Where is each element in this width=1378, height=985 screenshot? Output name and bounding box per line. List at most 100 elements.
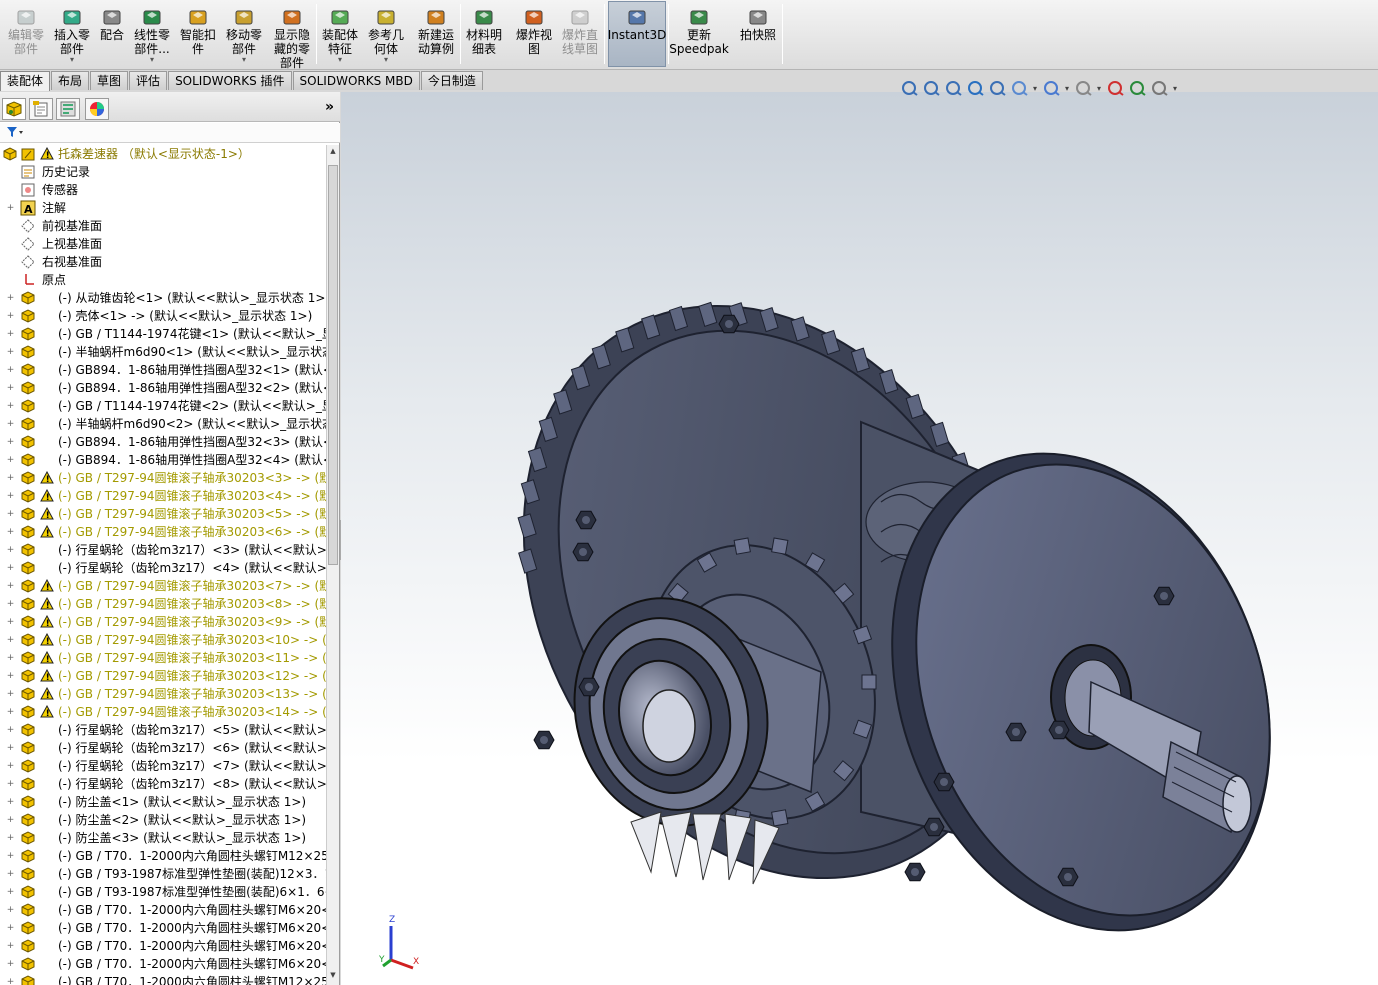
tab-6[interactable]: 今日制造 <box>420 71 483 90</box>
linear-pattern-button[interactable]: 线性零 部件... ▾ <box>130 2 174 66</box>
component-row[interactable]: +! (-) GB / T297-94圆锥滚子轴承30203<7> -> (默认 <box>0 577 326 595</box>
component-row[interactable]: +! (-) GB / T297-94圆锥滚子轴承30203<10> -> (默 <box>0 631 326 649</box>
expand-toggle[interactable]: + <box>6 294 15 303</box>
filter-icon[interactable] <box>6 125 24 142</box>
component-row[interactable]: + (-) 从动锥齿轮<1> (默认<<默认>_显示状态 1>) <box>0 289 326 307</box>
expand-toggle[interactable]: + <box>6 402 15 411</box>
component-row[interactable]: + (-) 半轴蜗杆m6d90<2> (默认<<默认>_显示状态 1> <box>0 415 326 433</box>
component-row[interactable]: + (-) GB / T1144-1974花键<2> (默认<<默认>_显示状 <box>0 397 326 415</box>
take-snapshot-button[interactable]: 拍快照 <box>736 2 780 66</box>
reference-geometry-dropdown-caret[interactable]: ▾ <box>384 56 388 64</box>
tree-item-4[interactable]: 上视基准面 <box>0 235 326 253</box>
expand-toggle[interactable]: + <box>6 744 15 753</box>
component-row[interactable]: + (-) 行星蜗轮（齿轮m3z17）<6> (默认<<默认>_显示 <box>0 739 326 757</box>
component-row[interactable]: + (-) 行星蜗轮（齿轮m3z17）<4> (默认<<默认>_显示 <box>0 559 326 577</box>
component-row[interactable]: + (-) GB / T70．1-2000内六角圆柱头螺钉M12×25<1 <box>0 847 326 865</box>
new-motion-study-button[interactable]: 新建运 动算例 <box>414 2 458 66</box>
tab-1[interactable]: 布局 <box>51 71 90 90</box>
expand-toggle[interactable]: + <box>6 600 15 609</box>
component-row[interactable]: + (-) GB / T1144-1974花键<1> (默认<<默认>_显示状 <box>0 325 326 343</box>
component-row[interactable]: + (-) 半轴蜗杆m6d90<1> (默认<<默认>_显示状态 1> <box>0 343 326 361</box>
component-row[interactable]: + (-) GB / T70．1-2000内六角圆柱头螺钉M6×20<2> <box>0 919 326 937</box>
expand-toggle[interactable]: + <box>6 906 15 915</box>
component-row[interactable]: +! (-) GB / T297-94圆锥滚子轴承30203<5> -> (默认 <box>0 505 326 523</box>
move-component-dropdown-caret[interactable]: ▾ <box>242 56 246 64</box>
expand-toggle[interactable]: + <box>6 366 15 375</box>
expand-toggle[interactable]: + <box>6 942 15 951</box>
expand-toggle[interactable]: + <box>6 708 15 717</box>
expand-toggle[interactable]: + <box>6 564 15 573</box>
expand-toggle[interactable]: + <box>6 438 15 447</box>
expand-toggle[interactable]: + <box>6 546 15 555</box>
component-row[interactable]: +! (-) GB / T297-94圆锥滚子轴承30203<8> -> (默认 <box>0 595 326 613</box>
component-row[interactable]: + (-) GB / T70．1-2000内六角圆柱头螺钉M6×20<1> <box>0 901 326 919</box>
component-row[interactable]: + (-) 行星蜗轮（齿轮m3z17）<8> (默认<<默认>_显示 <box>0 775 326 793</box>
expand-toggle[interactable]: + <box>6 834 15 843</box>
expand-toggle[interactable]: + <box>6 420 15 429</box>
differential-assembly-model[interactable] <box>341 92 1378 985</box>
expand-toggle[interactable]: + <box>6 798 15 807</box>
show-hidden-button[interactable]: 显示隐 藏的零 部件 <box>270 2 314 70</box>
expand-toggle[interactable]: + <box>6 582 15 591</box>
component-row[interactable]: +! (-) GB / T297-94圆锥滚子轴承30203<12> -> (默 <box>0 667 326 685</box>
component-row[interactable]: + (-) 行星蜗轮（齿轮m3z17）<7> (默认<<默认>_显示 <box>0 757 326 775</box>
tab-4[interactable]: SOLIDWORKS 插件 <box>168 71 292 90</box>
assembly-features-button[interactable]: 装配体 特征 ▾ <box>318 2 362 66</box>
pane-expand-chevron[interactable]: » <box>325 99 334 115</box>
expand-toggle[interactable]: + <box>6 474 15 483</box>
insert-part-button[interactable]: 插入零 部件 ▾ <box>50 2 94 66</box>
component-row[interactable]: + (-) GB / T70．1-2000内六角圆柱头螺钉M12×25<2 <box>0 973 326 985</box>
scroll-up-arrow[interactable]: ▲ <box>328 147 338 159</box>
display-manager-tab[interactable] <box>85 98 109 120</box>
component-row[interactable]: + (-) 防尘盖<1> (默认<<默认>_显示状态 1>) <box>0 793 326 811</box>
insert-part-dropdown-caret[interactable]: ▾ <box>70 56 74 64</box>
move-component-button[interactable]: 移动零 部件 ▾ <box>222 2 266 66</box>
update-speedpak-button[interactable]: 更新 Speedpak <box>669 2 729 66</box>
expand-toggle[interactable]: + <box>6 672 15 681</box>
configuration-manager-tab[interactable] <box>56 98 80 120</box>
component-row[interactable]: + (-) 壳体<1> -> (默认<<默认>_显示状态 1>) <box>0 307 326 325</box>
component-row[interactable]: +! (-) GB / T297-94圆锥滚子轴承30203<6> -> (默认 <box>0 523 326 541</box>
component-row[interactable]: +! (-) GB / T297-94圆锥滚子轴承30203<14> -> (默 <box>0 703 326 721</box>
bill-of-materials-button[interactable]: 材料明 细表 <box>462 2 506 66</box>
expand-toggle[interactable]: + <box>6 924 15 933</box>
tab-0[interactable]: 装配体 <box>0 71 51 91</box>
expand-toggle[interactable]: + <box>6 960 15 969</box>
tree-scrollbar[interactable]: ▲ ▼ <box>326 145 339 985</box>
component-row[interactable]: + (-) GB / T93-1987标准型弹性垫圈(装配)12×3．1<2 <box>0 865 326 883</box>
property-manager-tab[interactable] <box>29 98 53 120</box>
tab-5[interactable]: SOLIDWORKS MBD <box>292 71 420 90</box>
expand-toggle[interactable]: + <box>6 312 15 321</box>
feature-tree-tab[interactable] <box>2 98 26 120</box>
expand-toggle[interactable]: + <box>6 690 15 699</box>
expand-toggle[interactable]: + <box>6 762 15 771</box>
component-row[interactable]: + (-) GB894．1-86轴用弹性挡圈A型32<2> (默认<<默 <box>0 379 326 397</box>
expand-toggle[interactable]: + <box>6 348 15 357</box>
component-row[interactable]: + (-) GB / T70．1-2000内六角圆柱头螺钉M6×20<3> <box>0 937 326 955</box>
expand-toggle[interactable]: + <box>6 330 15 339</box>
tree-item-6[interactable]: 原点 <box>0 271 326 289</box>
expand-toggle[interactable]: + <box>6 384 15 393</box>
component-row[interactable]: + (-) GB / T93-1987标准型弹性垫圈(装配)6×1．6<1> <box>0 883 326 901</box>
component-row[interactable]: + (-) 防尘盖<3> (默认<<默认>_显示状态 1>) <box>0 829 326 847</box>
component-row[interactable]: + (-) GB894．1-86轴用弹性挡圈A型32<4> (默认<<默 <box>0 451 326 469</box>
component-row[interactable]: + (-) GB894．1-86轴用弹性挡圈A型32<1> (默认<<默 <box>0 361 326 379</box>
expand-toggle[interactable]: + <box>6 888 15 897</box>
tree-item-5[interactable]: 右视基准面 <box>0 253 326 271</box>
tree-item-1[interactable]: 传感器 <box>0 181 326 199</box>
expand-toggle[interactable]: + <box>6 492 15 501</box>
component-row[interactable]: + (-) 行星蜗轮（齿轮m3z17）<3> (默认<<默认>_显示 <box>0 541 326 559</box>
expand-toggle[interactable]: + <box>6 618 15 627</box>
tree-root-assembly[interactable]: ! 托森差速器 （默认<显示状态-1>） <box>0 145 326 163</box>
expand-toggle[interactable]: + <box>6 636 15 645</box>
component-row[interactable]: +! (-) GB / T297-94圆锥滚子轴承30203<3> -> (默认 <box>0 469 326 487</box>
smart-fastener-button[interactable]: 智能扣件 <box>176 2 220 66</box>
component-row[interactable]: +! (-) GB / T297-94圆锥滚子轴承30203<9> -> (默认 <box>0 613 326 631</box>
reference-geometry-button[interactable]: 参考几 何体 ▾ <box>364 2 408 66</box>
expand-toggle[interactable]: + <box>6 654 15 663</box>
component-row[interactable]: +! (-) GB / T297-94圆锥滚子轴承30203<11> -> (默 <box>0 649 326 667</box>
tree-filter-bar[interactable] <box>0 123 340 143</box>
tree-item-0[interactable]: 历史记录 <box>0 163 326 181</box>
linear-pattern-dropdown-caret[interactable]: ▾ <box>150 56 154 64</box>
expand-toggle[interactable]: + <box>6 816 15 825</box>
